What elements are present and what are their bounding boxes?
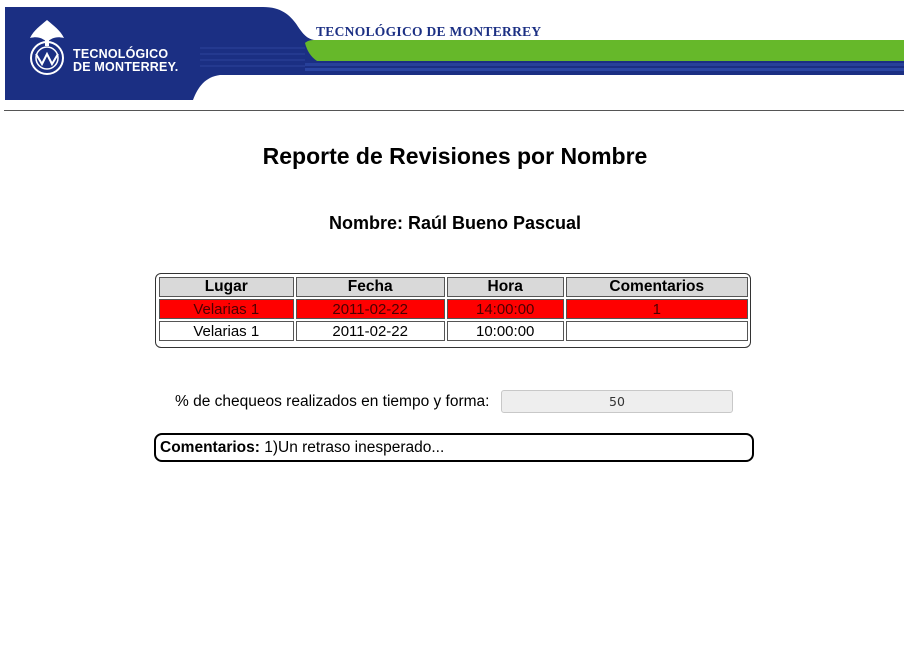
name-label: Nombre:	[328, 213, 403, 233]
banner-title: TECNOLÓGICO DE MONTERREY	[316, 24, 542, 39]
logo-line-2: DE MONTERREY.	[73, 60, 179, 74]
table-row: Velarias 1 2011-02-22 14:00:00 1	[159, 299, 748, 319]
revisions-table: Lugar Fecha Hora Comentarios Velarias 1 …	[157, 275, 750, 343]
cell-hora: 14:00:00	[446, 299, 564, 319]
header-divider	[4, 110, 904, 111]
comments-box: Comentarios: 1)Un retraso inesperado...	[154, 433, 754, 462]
cell-fecha: 2011-02-22	[295, 299, 445, 319]
logo-text: TECNOLÓGICO DE MONTERREY.	[73, 48, 178, 74]
name-heading: Nombre: Raúl Bueno Pascual	[0, 213, 910, 234]
percent-label: % de chequeos realizados en tiempo y for…	[175, 393, 490, 410]
column-header-lugar: Lugar	[159, 277, 294, 297]
column-header-fecha: Fecha	[295, 277, 445, 297]
cell-hora: 10:00:00	[446, 321, 564, 341]
cell-comentarios: 1	[565, 299, 748, 319]
column-header-hora: Hora	[446, 277, 564, 297]
revisions-table-frame: Lugar Fecha Hora Comentarios Velarias 1 …	[155, 273, 751, 348]
column-header-comentarios: Comentarios	[565, 277, 748, 297]
name-value: Raúl Bueno Pascual	[407, 213, 582, 233]
cell-comentarios	[565, 321, 748, 341]
cell-lugar: Velarias 1	[159, 299, 294, 319]
tec-emblem-icon	[30, 20, 64, 75]
page-title: Reporte de Revisiones por Nombre	[262, 143, 648, 169]
comments-label: Comentarios:	[160, 439, 260, 456]
comments-text: 1)Un retraso inesperado...	[264, 439, 445, 456]
percent-field[interactable]: 50	[501, 390, 733, 413]
table-header-row: Lugar Fecha Hora Comentarios	[159, 277, 748, 297]
cell-lugar: Velarias 1	[159, 321, 294, 341]
cell-fecha: 2011-02-22	[295, 321, 445, 341]
header-banner: TECNOLÓGICO DE MONTERREY. TECNOLÓGICO DE…	[5, 7, 904, 100]
table-row: Velarias 1 2011-02-22 10:00:00	[159, 321, 748, 341]
